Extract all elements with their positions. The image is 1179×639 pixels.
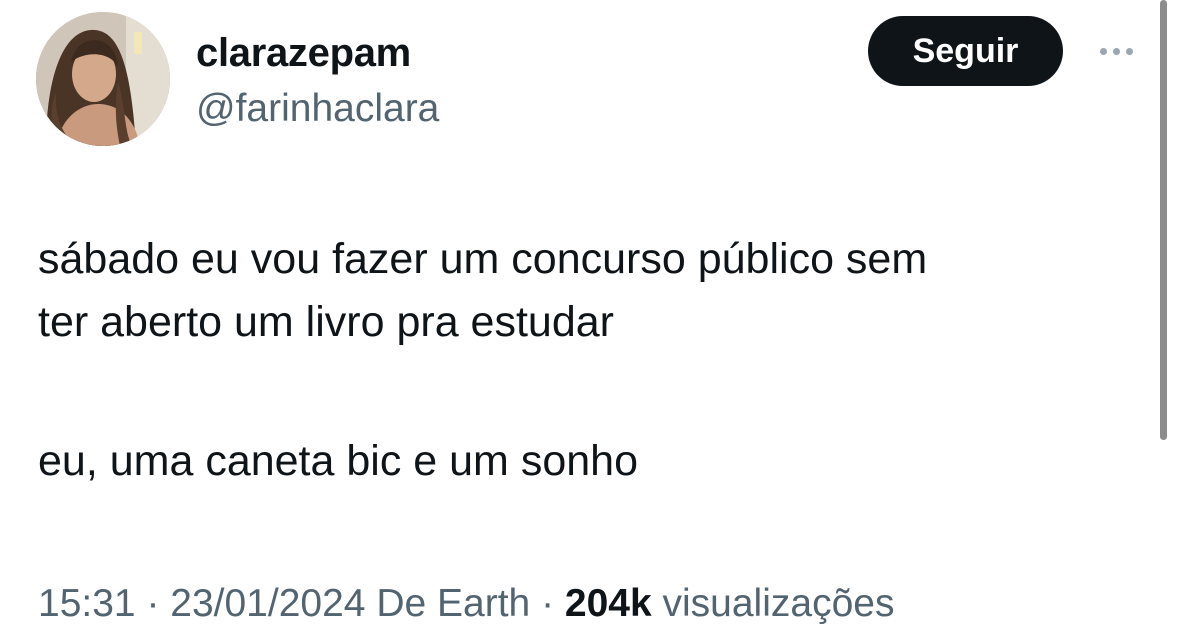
more-options-icon[interactable]	[1090, 36, 1142, 66]
tweet-line: ter aberto um livro pra estudar	[38, 298, 614, 346]
tweet-card: clarazepam @farinhaclara Seguir sábado e…	[0, 0, 1179, 639]
dot-icon	[1099, 47, 1107, 55]
tweet-date[interactable]: 23/01/2024	[170, 582, 365, 625]
tweet-meta: 15:31 · 23/01/2024 De Earth · 204k visua…	[38, 580, 894, 628]
user-avatar[interactable]	[36, 12, 170, 146]
tweet-time[interactable]: 15:31	[38, 582, 136, 625]
dot-icon	[1112, 47, 1120, 55]
scrollbar[interactable]	[1160, 0, 1167, 440]
tweet-line: sábado eu vou fazer um concurso público …	[38, 235, 928, 283]
tweet-text: sábado eu vou fazer um concurso público …	[38, 228, 1138, 493]
avatar-photo-icon	[36, 12, 170, 146]
views-count[interactable]: 204k	[565, 582, 652, 625]
tweet-source: De Earth	[365, 582, 531, 625]
views-label: visualizações	[651, 582, 895, 625]
tweet-line: eu, uma caneta bic e um sonho	[38, 437, 638, 485]
user-handle[interactable]: @farinhaclara	[196, 86, 439, 132]
meta-separator: ·	[135, 582, 171, 625]
dot-icon	[1125, 47, 1133, 55]
display-name[interactable]: clarazepam	[196, 30, 411, 76]
follow-button[interactable]: Seguir	[868, 16, 1063, 86]
meta-separator: ·	[530, 582, 565, 625]
